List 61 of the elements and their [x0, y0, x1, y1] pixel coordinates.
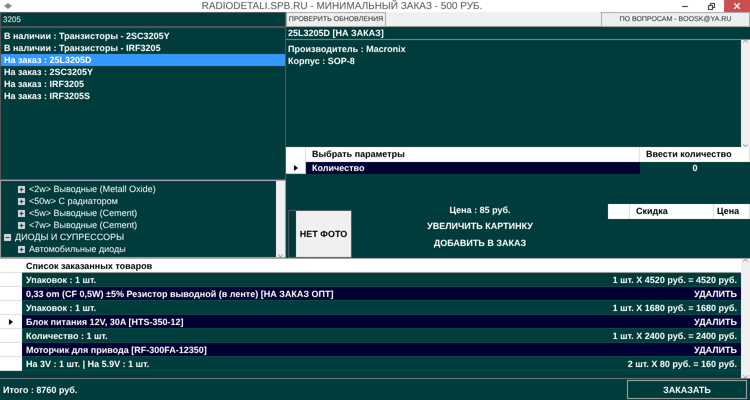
column-header: Цена: [714, 204, 750, 219]
total-label: Итого : 8760 руб.: [3, 384, 78, 394]
row-header[interactable]: [0, 315, 22, 329]
header-cell: [286, 147, 306, 162]
amount-cell: 1 шт. X 1680 руб. = 1680 руб.: [601, 301, 741, 315]
header-cell: [608, 204, 630, 219]
scroll-up-icon[interactable]: [743, 40, 748, 43]
search-field[interactable]: 3205: [0, 12, 286, 27]
delete-button[interactable]: УДАЛИТЬ: [601, 343, 741, 357]
tree-item[interactable]: Автомобильные диоды: [29, 244, 126, 254]
expand-icon[interactable]: [18, 186, 25, 192]
result-item[interactable]: На заказ : IRF3205: [1, 78, 285, 90]
row-header[interactable]: [286, 162, 306, 174]
close-icon: [734, 3, 740, 9]
expand-icon[interactable]: [18, 222, 25, 228]
collapse-icon[interactable]: [4, 234, 11, 240]
tree-item[interactable]: <2w> Выводные (Metall Oxide): [29, 184, 156, 194]
result-item[interactable]: В наличии : Транзисторы - 2SC3205Y: [1, 30, 285, 42]
result-item[interactable]: На заказ : IRF3205S: [1, 90, 285, 102]
row-pointer-icon: [9, 318, 13, 324]
column-header: Ввести количество: [640, 147, 750, 162]
scroll-down-icon[interactable]: [278, 254, 283, 257]
tree-item[interactable]: <50w> С радиатором: [29, 196, 118, 206]
scroll-up-icon[interactable]: [743, 259, 748, 262]
scroll-down-icon[interactable]: [743, 144, 748, 147]
delete-button[interactable]: УДАЛИТЬ: [601, 315, 741, 329]
table-cell[interactable]: Количество: [306, 162, 640, 174]
amount-cell: 1 шт. X 4520 руб. = 4520 руб.: [601, 273, 741, 287]
delete-button[interactable]: УДАЛИТЬ: [601, 287, 741, 301]
add-to-order-button[interactable]: ДОБАВИТЬ В ЗАКАЗ: [430, 236, 530, 250]
tree-item[interactable]: <7w> Выводные (Cement): [29, 220, 138, 230]
close-button[interactable]: [724, 0, 750, 12]
product-detail: Производитель : Macronix: [288, 43, 407, 55]
amount-cell: 1 шт. X 2400 руб. = 2400 руб.: [601, 329, 741, 343]
column-header: Скидка: [630, 204, 714, 219]
product-detail: Корпус : SOP-8: [288, 55, 356, 67]
product-name-cell: Моторчик для привода [RF-300FA-12350]: [22, 343, 601, 357]
scroll-down-icon[interactable]: [743, 375, 748, 378]
product-name-cell: 0,33 om (CF 0,5W) ±5% Резистор выводной (в ленте) [НА ЗАКАЗ ОПТ]: [22, 287, 601, 301]
row-pointer-icon: [294, 164, 298, 170]
amount-cell: 2 шт. X 80 руб. = 160 руб.: [601, 357, 741, 371]
column-header: Список заказанных товаров: [22, 259, 601, 273]
enlarge-picture-button[interactable]: УВЕЛИЧИТЬ КАРТИНКУ: [423, 219, 537, 233]
no-photo-label: НЕТ ФОТО: [300, 229, 348, 239]
expand-icon[interactable]: [18, 246, 25, 252]
result-item[interactable]: В наличии : Транзисторы - IRF3205: [1, 42, 285, 54]
tree-item[interactable]: <5w> Выводные (Cement): [29, 208, 138, 218]
expand-icon[interactable]: [18, 198, 25, 204]
product-name-cell: Блок питания 12V, 30A [HTS-350-12]: [22, 315, 601, 329]
column-header: Выбрать параметры: [306, 147, 640, 162]
scrollbar[interactable]: [276, 181, 285, 257]
quantity-cell: На 3V : 1 шт. | На 5.9V : 1 шт.: [22, 357, 601, 371]
price-label: Цена : 85 руб.: [449, 204, 511, 216]
app-icon: [4, 3, 12, 9]
row-header: [0, 259, 22, 273]
tree-item[interactable]: ДИОДЫ И СУПРЕССОРЫ: [15, 232, 124, 242]
expand-icon[interactable]: [18, 210, 25, 216]
scrollbar[interactable]: [741, 259, 750, 378]
scrollbar[interactable]: [741, 40, 750, 147]
place-order-button[interactable]: ЗАКАЗАТЬ: [627, 380, 747, 399]
result-item[interactable]: На заказ : 2SC3205Y: [1, 66, 285, 78]
